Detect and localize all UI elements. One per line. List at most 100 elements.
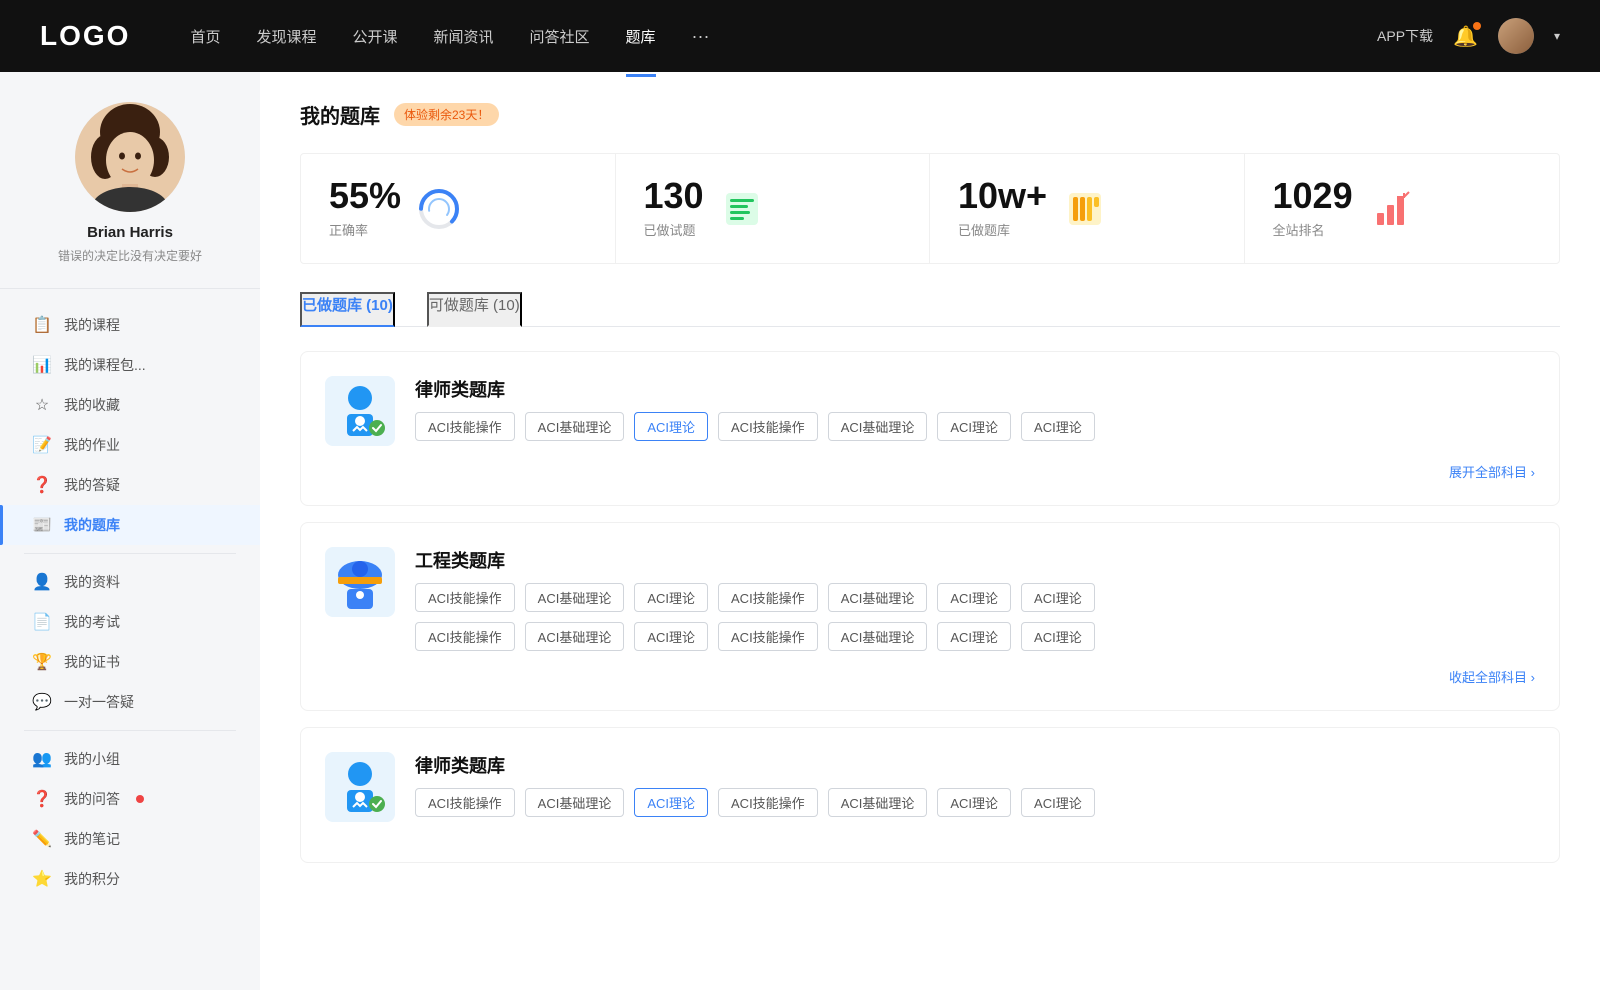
expand-button-1[interactable]: 展开全部科目 ›	[1449, 462, 1535, 481]
qbank-icon-lawyer-3	[325, 752, 395, 822]
user-name: Brian Harris	[87, 224, 173, 241]
user-dropdown-icon[interactable]: ▾	[1554, 29, 1560, 43]
qbank-tag[interactable]: ACI理论	[937, 412, 1011, 441]
qbank-card-3: 律师类题库 ACI技能操作 ACI基础理论 ACI理论 ACI技能操作 ACI基…	[300, 727, 1560, 863]
certs-icon: 🏆	[32, 652, 52, 672]
navbar: LOGO 首页 发现课程 公开课 新闻资讯 问答社区 题库 ··· APP下载 …	[0, 0, 1600, 72]
sidebar-item-label: 一对一答疑	[64, 692, 134, 712]
stat-questions: 130 已做试题	[616, 154, 931, 263]
sidebar-item-profile[interactable]: 👤 我的资料	[0, 562, 260, 602]
qbank-tag[interactable]: ACI技能操作	[415, 788, 515, 817]
qbank-tag[interactable]: ACI理论	[634, 622, 708, 651]
nav-open-course[interactable]: 公开课	[352, 22, 397, 51]
stat-text: 10w+ 已做题库	[958, 178, 1047, 239]
page-header: 我的题库 体验剩余23天！	[300, 100, 1560, 129]
qbank-info-3: 律师类题库 ACI技能操作 ACI基础理论 ACI理论 ACI技能操作 ACI基…	[415, 752, 1535, 817]
qbank-tag[interactable]: ACI技能操作	[718, 583, 818, 612]
qbank-title-2: 工程类题库	[415, 547, 1535, 573]
qbank-card-1: 律师类题库 ACI技能操作 ACI基础理论 ACI理论 ACI技能操作 ACI基…	[300, 351, 1560, 506]
tab-done-banks[interactable]: 已做题库 (10)	[300, 292, 395, 327]
sidebar-item-qa[interactable]: ❓ 我的答疑	[0, 465, 260, 505]
sidebar-item-groups[interactable]: 👥 我的小组	[0, 739, 260, 779]
qbank-footer-2: 收起全部科目 ›	[325, 667, 1535, 686]
qbank-tag[interactable]: ACI理论	[1021, 622, 1095, 651]
sidebar-profile: Brian Harris 错误的决定比没有决定要好	[0, 102, 260, 289]
qbank-tag[interactable]: ACI基础理论	[828, 788, 928, 817]
nav-news[interactable]: 新闻资讯	[434, 22, 494, 51]
qbank-tags-row1-2: ACI技能操作 ACI基础理论 ACI理论 ACI技能操作 ACI基础理论 AC…	[415, 583, 1535, 612]
qbank-info-1: 律师类题库 ACI技能操作 ACI基础理论 ACI理论 ACI技能操作 ACI基…	[415, 376, 1535, 441]
nav-discover[interactable]: 发现课程	[256, 22, 316, 51]
sidebar-item-certs[interactable]: 🏆 我的证书	[0, 642, 260, 682]
qbank-tag[interactable]: ACI理论	[634, 583, 708, 612]
answers-dot	[136, 795, 144, 803]
qbank-tag[interactable]: ACI基础理论	[828, 583, 928, 612]
sidebar-item-packages[interactable]: 📊 我的课程包...	[0, 345, 260, 385]
qbank-tag[interactable]: ACI技能操作	[415, 412, 515, 441]
sidebar-item-courses[interactable]: 📋 我的课程	[0, 305, 260, 345]
qbank-tag[interactable]: ACI理论	[937, 622, 1011, 651]
qbank-tag[interactable]: ACI理论	[1021, 412, 1095, 441]
nav-home[interactable]: 首页	[190, 22, 220, 51]
qbank-tags-3: ACI技能操作 ACI基础理论 ACI理论 ACI技能操作 ACI基础理论 AC…	[415, 788, 1535, 817]
sidebar-item-notes[interactable]: ✏️ 我的笔记	[0, 819, 260, 859]
sidebar-item-label: 我的小组	[64, 749, 120, 769]
qbank-tag[interactable]: ACI基础理论	[525, 583, 625, 612]
notes-icon: ✏️	[32, 829, 52, 849]
tab-available-banks[interactable]: 可做题库 (10)	[427, 292, 522, 327]
qbank-tag[interactable]: ACI技能操作	[718, 622, 818, 651]
answers-icon: ❓	[32, 789, 52, 809]
points-icon: ⭐	[32, 869, 52, 889]
qbank-tag[interactable]: ACI理论	[937, 583, 1011, 612]
qbank-tag[interactable]: ACI基础理论	[525, 412, 625, 441]
sidebar-item-qbank[interactable]: 📰 我的题库	[0, 505, 260, 545]
trial-badge: 体验剩余23天！	[394, 103, 499, 126]
qbank-tag[interactable]: ACI理论	[937, 788, 1011, 817]
sidebar-item-exams[interactable]: 📄 我的考试	[0, 602, 260, 642]
qbank-tag[interactable]: ACI基础理论	[828, 622, 928, 651]
sidebar-item-label: 我的作业	[64, 435, 120, 455]
qbank-tag[interactable]: ACI技能操作	[415, 583, 515, 612]
sidebar-item-favorites[interactable]: ☆ 我的收藏	[0, 385, 260, 425]
groups-icon: 👥	[32, 749, 52, 769]
banks-book-icon	[1063, 187, 1107, 231]
page-layout: Brian Harris 错误的决定比没有决定要好 📋 我的课程 📊 我的课程包…	[0, 72, 1600, 990]
sidebar-item-points[interactable]: ⭐ 我的积分	[0, 859, 260, 899]
nav-qa[interactable]: 问答社区	[530, 22, 590, 51]
1v1-icon: 💬	[32, 692, 52, 712]
notification-bell[interactable]: 🔔	[1453, 24, 1478, 49]
qbank-tag-active[interactable]: ACI理论	[634, 788, 708, 817]
avatar	[75, 102, 185, 212]
qbank-tag-active[interactable]: ACI理论	[634, 412, 708, 441]
qbank-tag[interactable]: ACI理论	[1021, 788, 1095, 817]
app-download-button[interactable]: APP下载	[1377, 26, 1433, 46]
stat-text: 130 已做试题	[644, 178, 704, 239]
collapse-button-2[interactable]: 收起全部科目 ›	[1449, 667, 1535, 686]
nav-qbank[interactable]: 题库	[626, 22, 656, 51]
qbank-tag[interactable]: ACI技能操作	[415, 622, 515, 651]
sidebar-item-label: 我的答疑	[64, 475, 120, 495]
sidebar-item-label: 我的资料	[64, 572, 120, 592]
qbank-header-1: 律师类题库 ACI技能操作 ACI基础理论 ACI理论 ACI技能操作 ACI基…	[325, 376, 1535, 446]
packages-icon: 📊	[32, 355, 52, 375]
logo[interactable]: LOGO	[40, 20, 130, 52]
sidebar-item-answers[interactable]: ❓ 我的问答	[0, 779, 260, 819]
nav-more[interactable]: ···	[692, 26, 710, 47]
user-avatar[interactable]	[1498, 18, 1534, 54]
qbank-tag[interactable]: ACI理论	[1021, 583, 1095, 612]
sidebar-item-label: 我的笔记	[64, 829, 120, 849]
stats-row: 55% 正确率 130 已做试题	[300, 153, 1560, 264]
sidebar-item-1v1[interactable]: 💬 一对一答疑	[0, 682, 260, 722]
qbank-tag[interactable]: ACI技能操作	[718, 412, 818, 441]
nav-menu: 首页 发现课程 公开课 新闻资讯 问答社区 题库 ···	[190, 22, 1377, 51]
stat-accuracy: 55% 正确率	[301, 154, 616, 263]
qbank-icon: 📰	[32, 515, 52, 535]
sidebar-item-label: 我的考试	[64, 612, 120, 632]
navbar-right: APP下载 🔔 ▾	[1377, 18, 1560, 54]
qbank-tag[interactable]: ACI技能操作	[718, 788, 818, 817]
qbank-tag[interactable]: ACI基础理论	[525, 788, 625, 817]
sidebar-item-homework[interactable]: 📝 我的作业	[0, 425, 260, 465]
qbank-tag[interactable]: ACI基础理论	[828, 412, 928, 441]
stat-label-banks: 已做题库	[958, 220, 1047, 239]
qbank-tag[interactable]: ACI基础理论	[525, 622, 625, 651]
